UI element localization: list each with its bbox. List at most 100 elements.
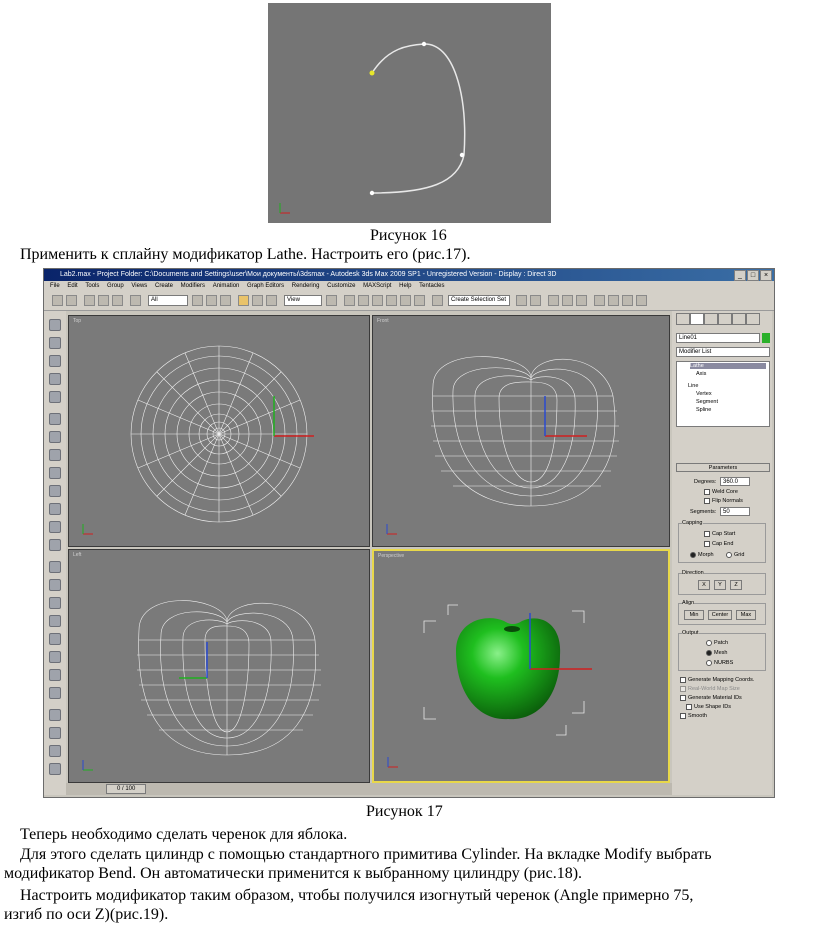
toolbar-icon[interactable] [49, 319, 61, 331]
mesh-radio[interactable] [706, 650, 712, 656]
toolbar-icon[interactable] [49, 579, 61, 591]
toolbar-icon[interactable] [49, 467, 61, 479]
stack-item-lathe[interactable]: Lathe [690, 363, 766, 369]
percent-snap-icon[interactable] [400, 295, 411, 306]
menu-create[interactable]: Create [155, 283, 173, 289]
pivot-icon[interactable] [326, 295, 337, 306]
toolbar-icon[interactable] [49, 745, 61, 757]
degrees-spinner[interactable]: 360.0 [720, 477, 750, 486]
keyboard-shortcut-icon[interactable] [358, 295, 369, 306]
align-center-button[interactable]: Center [708, 610, 732, 620]
toolbar-icon[interactable] [49, 431, 61, 443]
menu-maxscript[interactable]: MAXScript [363, 283, 391, 289]
nurbs-radio[interactable] [706, 660, 712, 666]
named-selection-dropdown[interactable]: Create Selection Set [448, 295, 510, 306]
layer-manager-icon[interactable] [548, 295, 559, 306]
schematic-view-icon[interactable] [576, 295, 587, 306]
undo-icon[interactable] [52, 295, 63, 306]
direction-x-button[interactable]: X [698, 580, 710, 590]
menu-customize[interactable]: Customize [327, 283, 355, 289]
select-object-icon[interactable] [130, 295, 141, 306]
motion-tab-icon[interactable] [718, 313, 732, 325]
stack-item-segment[interactable]: Segment [696, 399, 718, 405]
viewport-perspective[interactable]: Perspective [372, 549, 670, 783]
menu-edit[interactable]: Edit [67, 283, 77, 289]
object-name-field[interactable]: Line01 [676, 333, 760, 343]
flip-normals-checkbox[interactable] [704, 498, 710, 504]
toolbar-icon[interactable] [49, 373, 61, 385]
spinner-snap-icon[interactable] [414, 295, 425, 306]
real-world-checkbox[interactable] [680, 686, 686, 692]
hierarchy-tab-icon[interactable] [704, 313, 718, 325]
angle-snap-icon[interactable] [386, 295, 397, 306]
patch-radio[interactable] [706, 640, 712, 646]
toolbar-icon[interactable] [49, 651, 61, 663]
rotate-icon[interactable] [252, 295, 263, 306]
align-icon[interactable] [530, 295, 541, 306]
edit-named-selection-icon[interactable] [432, 295, 443, 306]
toolbar-icon[interactable] [49, 727, 61, 739]
mirror-icon[interactable] [516, 295, 527, 306]
minimize-button[interactable]: _ [734, 270, 746, 281]
select-by-name-icon[interactable] [192, 295, 203, 306]
direction-z-button[interactable]: Z [730, 580, 742, 590]
create-tab-icon[interactable] [676, 313, 690, 325]
parameters-rollout-header[interactable]: Parameters [676, 463, 770, 472]
close-button[interactable]: × [760, 270, 772, 281]
menu-views[interactable]: Views [131, 283, 147, 289]
viewport-top[interactable]: Top [68, 315, 370, 547]
toolbar-icon[interactable] [49, 687, 61, 699]
align-min-button[interactable]: Min [684, 610, 704, 620]
menu-modifiers[interactable]: Modifiers [181, 283, 205, 289]
menu-file[interactable]: File [50, 283, 60, 289]
toolbar-icon[interactable] [49, 669, 61, 681]
stack-item-vertex[interactable]: Vertex [696, 391, 712, 397]
segments-spinner[interactable]: 50 [720, 507, 750, 516]
cap-start-checkbox[interactable] [704, 531, 710, 537]
toolbar-icon[interactable] [49, 391, 61, 403]
render-icon[interactable] [636, 295, 647, 306]
toolbar-icon[interactable] [49, 521, 61, 533]
generate-mapping-checkbox[interactable] [680, 677, 686, 683]
toolbar-icon[interactable] [49, 355, 61, 367]
reference-coord-dropdown[interactable]: View [284, 295, 322, 306]
display-tab-icon[interactable] [732, 313, 746, 325]
toolbar-icon[interactable] [49, 763, 61, 775]
time-slider[interactable]: 0 / 100 [66, 783, 672, 795]
toolbar-icon[interactable] [49, 503, 61, 515]
stack-item-spline[interactable]: Spline [696, 407, 711, 413]
rect-selection-icon[interactable] [206, 295, 217, 306]
time-slider-label[interactable]: 0 / 100 [106, 784, 147, 794]
menu-tools[interactable]: Tools [85, 283, 99, 289]
stack-item-line[interactable]: Line [688, 383, 698, 389]
morph-radio[interactable] [690, 552, 696, 558]
manipulate-icon[interactable] [344, 295, 355, 306]
object-color-swatch[interactable] [762, 333, 770, 343]
toolbar-icon[interactable] [49, 597, 61, 609]
toolbar-icon[interactable] [49, 561, 61, 573]
generate-material-ids-checkbox[interactable] [680, 695, 686, 701]
render-setup-icon[interactable] [608, 295, 619, 306]
move-icon[interactable] [238, 295, 249, 306]
toolbar-icon[interactable] [49, 485, 61, 497]
menu-graph-editors[interactable]: Graph Editors [247, 283, 284, 289]
toolbar-icon[interactable] [49, 633, 61, 645]
menu-group[interactable]: Group [107, 283, 124, 289]
toolbar-icon[interactable] [49, 337, 61, 349]
toolbar-icon[interactable] [49, 539, 61, 551]
menu-help[interactable]: Help [399, 283, 411, 289]
grid-radio[interactable] [726, 552, 732, 558]
use-shape-ids-checkbox[interactable] [686, 704, 692, 710]
material-editor-icon[interactable] [594, 295, 605, 306]
window-crossing-icon[interactable] [220, 295, 231, 306]
direction-y-button[interactable]: Y [714, 580, 726, 590]
toolbar-icon[interactable] [49, 615, 61, 627]
modify-tab-icon[interactable] [690, 313, 704, 325]
menu-tentacles[interactable]: Tentacles [419, 283, 444, 289]
unlink-icon[interactable] [98, 295, 109, 306]
viewport-front[interactable]: Front [372, 315, 670, 547]
snaps-icon[interactable] [372, 295, 383, 306]
redo-icon[interactable] [66, 295, 77, 306]
utilities-tab-icon[interactable] [746, 313, 760, 325]
curve-editor-icon[interactable] [562, 295, 573, 306]
